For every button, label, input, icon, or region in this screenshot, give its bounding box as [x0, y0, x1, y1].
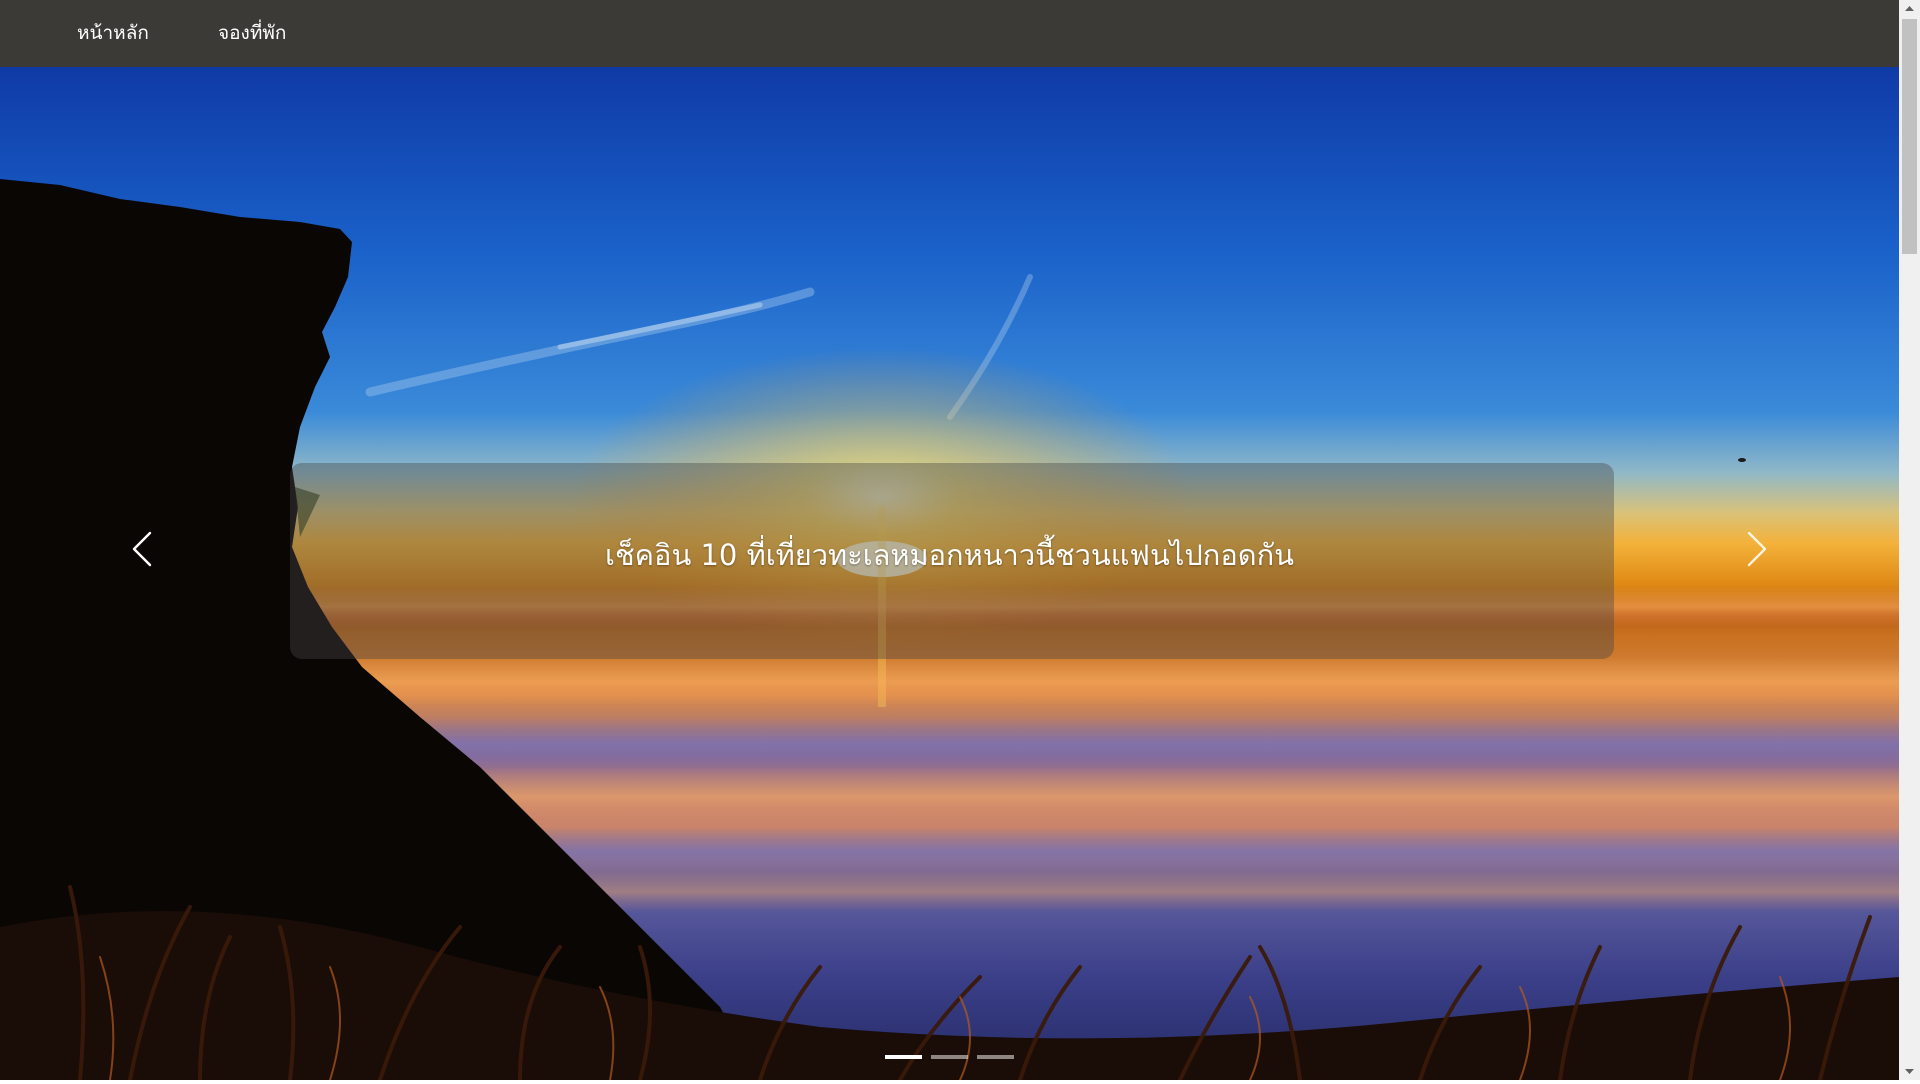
scroll-down-arrow-icon [1905, 1069, 1914, 1074]
hero-carousel: เช็คอิน 10 ที่เที่ยวทะเลหมอกหนาวนี้ชวนแฟ… [0, 67, 1899, 1080]
carousel-prev-button[interactable] [112, 499, 172, 599]
carousel-indicator-3[interactable] [977, 1055, 1014, 1059]
chevron-left-icon [132, 531, 152, 567]
slide-caption: เช็คอิน 10 ที่เที่ยวทะเลหมอกหนาวนี้ชวนแฟ… [605, 538, 1294, 572]
scroll-up-button[interactable] [1899, 0, 1920, 17]
scroll-down-button[interactable] [1899, 1063, 1920, 1080]
vertical-scrollbar[interactable] [1899, 0, 1920, 1080]
page: หน้าหลัก จองที่พัก เช็คอิน 10 ที่เที่ยวท… [0, 0, 1899, 1080]
scroll-up-arrow-icon [1905, 6, 1914, 11]
chevron-right-icon [1747, 531, 1767, 567]
carousel-next-button[interactable] [1727, 499, 1787, 599]
carousel-indicator-1[interactable] [885, 1055, 922, 1059]
scroll-thumb[interactable] [1902, 19, 1917, 254]
nav-link-booking[interactable]: จองที่พัก [218, 0, 286, 67]
carousel-indicator-2[interactable] [931, 1055, 968, 1059]
top-navbar: หน้าหลัก จองที่พัก [0, 0, 1899, 67]
nav-link-home[interactable]: หน้าหลัก [77, 0, 149, 67]
